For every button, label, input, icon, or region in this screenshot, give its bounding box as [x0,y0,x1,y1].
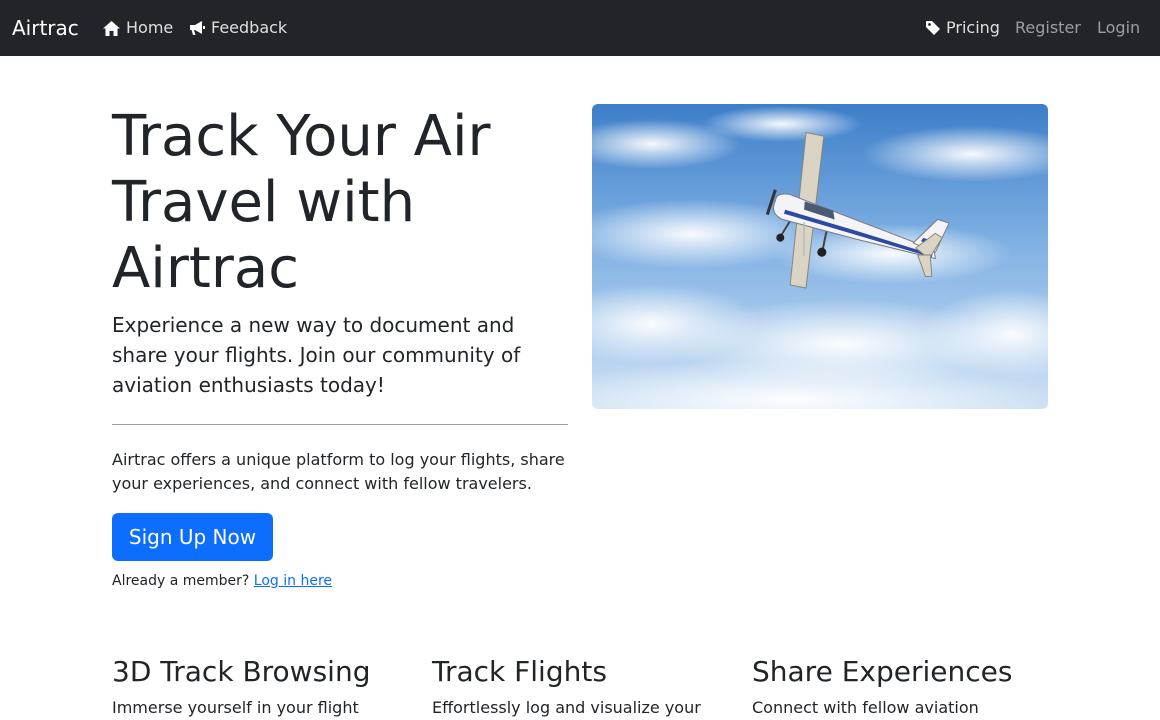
feature-track-flights: Track Flights Effortlessly log and visua… [432,652,728,720]
hero-description: Airtrac offers a unique platform to log … [112,450,565,493]
home-icon [103,20,120,36]
nav-register-link[interactable]: Register [1015,16,1081,40]
airplane-image [592,104,1048,409]
nav-feedback-label: Feedback [211,18,288,37]
megaphone-icon [190,20,205,35]
feature-text: Effortlessly log and visualize your [432,698,701,717]
nav-pricing-label: Pricing [946,18,1000,37]
tag-icon [926,21,940,35]
feature-3d-track-browsing: 3D Track Browsing Immerse yourself in yo… [112,652,408,720]
nav-home-link[interactable]: Home [103,16,173,40]
hero-divider [112,424,568,425]
hero-title: Track Your Air Travel with Airtrac [112,104,491,301]
feature-title: 3D Track Browsing [112,655,371,688]
feature-title: Share Experiences [752,655,1013,688]
hero-lead: Experience a new way to document and sha… [112,313,521,397]
feature-share-experiences: Share Experiences Connect with fellow av… [752,652,1048,720]
feature-text: Immerse yourself in your flight [112,698,359,717]
member-prompt-text: Already a member? [112,573,250,589]
member-prompt: Already a member? Log in here [112,572,332,590]
navbar: Airtrac Home Feedback Pricing Register L… [0,0,1160,56]
feature-text: Connect with fellow aviation [752,698,979,717]
login-here-link[interactable]: Log in here [254,573,332,589]
nav-feedback-link[interactable]: Feedback [189,16,287,40]
nav-pricing-link[interactable]: Pricing [926,16,1000,40]
nav-login-link[interactable]: Login [1097,16,1140,40]
brand-link[interactable]: Airtrac [12,14,79,42]
sign-up-button[interactable]: Sign Up Now [112,513,273,561]
feature-title: Track Flights [432,655,607,688]
nav-home-label: Home [126,18,174,37]
airplane-photo [592,104,1048,409]
